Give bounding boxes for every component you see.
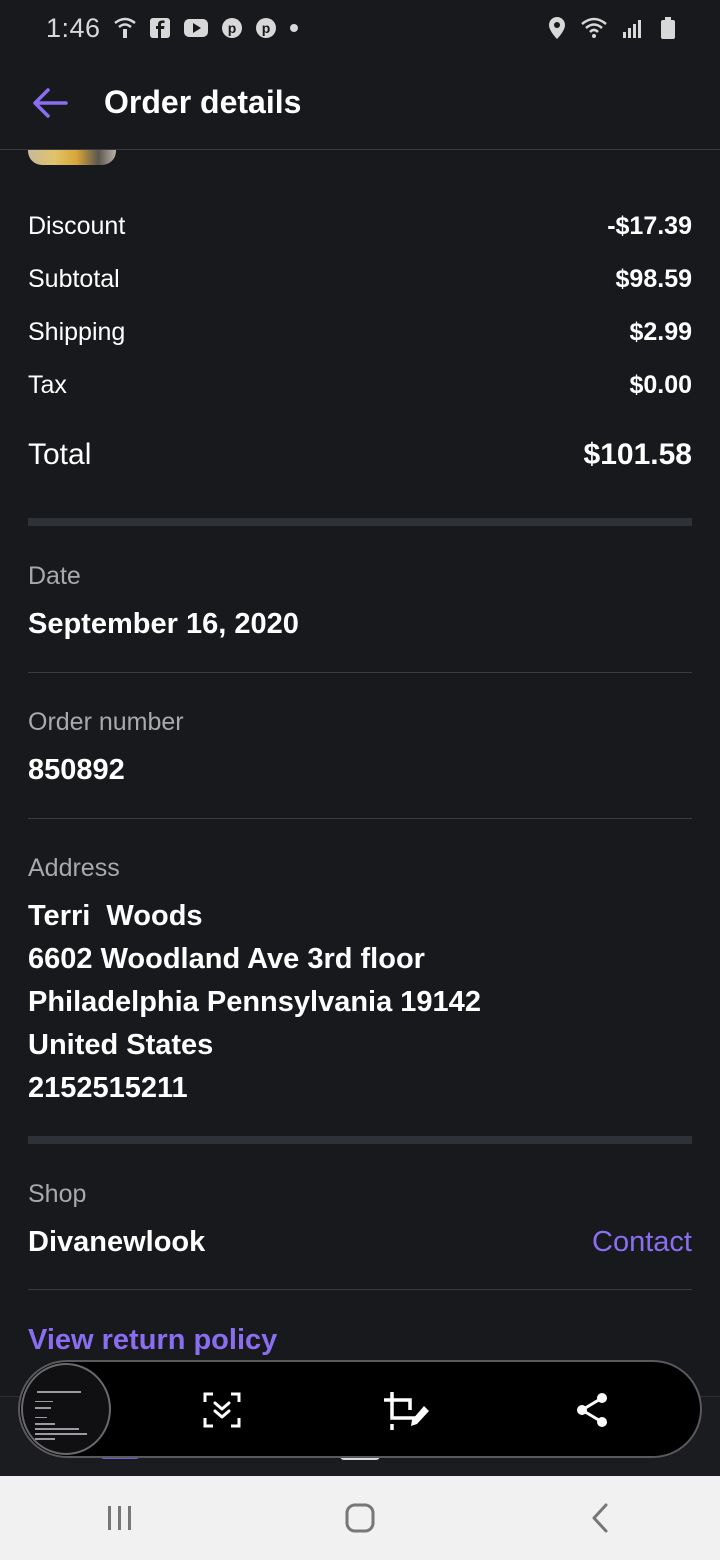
status-right: [548, 16, 676, 40]
arrow-left-icon: [33, 87, 68, 118]
discount-row: Discount -$17.39: [28, 212, 692, 241]
battery-icon: [660, 16, 676, 40]
svg-text:p: p: [227, 20, 236, 36]
shipping-value: $2.99: [629, 318, 692, 346]
preview-line: [37, 1391, 81, 1393]
address-city: Philadelphia Pennsylvania 19142: [28, 986, 481, 1018]
discount-label: Discount: [28, 212, 126, 240]
location-icon: [548, 16, 566, 40]
address-country: United States: [28, 1029, 214, 1061]
order-number-label: Order number: [28, 708, 184, 736]
wifi-icon: [580, 17, 608, 39]
section-divider: [28, 1136, 692, 1144]
contact-link[interactable]: Contact: [592, 1226, 692, 1259]
total-label: Total: [28, 438, 92, 471]
address-street: 6602 Woodland Ave 3rd floor: [28, 943, 425, 975]
preview-line: [35, 1428, 79, 1430]
facebook-icon: [149, 17, 171, 39]
tax-label: Tax: [28, 371, 67, 399]
home-button[interactable]: [300, 1476, 420, 1560]
divider: [28, 818, 692, 819]
status-left: 1:46 p p: [46, 13, 299, 44]
pinterest-icon: p: [255, 17, 277, 39]
divider: [28, 1289, 692, 1290]
share-button[interactable]: [560, 1378, 624, 1442]
hotspot-icon: [113, 17, 137, 39]
recents-button[interactable]: [60, 1476, 180, 1560]
preview-line: [35, 1433, 87, 1435]
screenshot-preview-thumbnail[interactable]: [21, 1363, 111, 1455]
svg-text:p: p: [261, 20, 270, 36]
signal-icon: [622, 17, 646, 39]
product-thumbnail[interactable]: [28, 150, 116, 165]
address-label: Address: [28, 854, 120, 882]
app-bar: Order details: [0, 56, 720, 150]
preview-line: [35, 1401, 53, 1402]
scroll-capture-button[interactable]: [190, 1378, 254, 1442]
discount-value: -$17.39: [607, 212, 692, 240]
preview-line: [35, 1407, 51, 1409]
subtotal-value: $98.59: [615, 265, 692, 293]
crop-edit-button[interactable]: [374, 1378, 438, 1442]
home-icon: [345, 1503, 375, 1533]
tax-value: $0.00: [629, 371, 692, 399]
subtotal-label: Subtotal: [28, 265, 120, 293]
subtotal-row: Subtotal $98.59: [28, 265, 692, 294]
address-phone: 2152515211: [28, 1072, 188, 1104]
shop-label: Shop: [28, 1180, 87, 1208]
recents-icon: [108, 1506, 131, 1530]
shipping-row: Shipping $2.99: [28, 318, 692, 347]
status-time: 1:46: [46, 12, 101, 43]
system-nav-bar: [0, 1476, 720, 1560]
shipping-label: Shipping: [28, 318, 126, 346]
back-icon: [592, 1503, 608, 1533]
date-label: Date: [28, 562, 81, 590]
date-value: September 16, 2020: [28, 608, 299, 640]
section-divider: [28, 518, 692, 526]
dot-icon: [289, 23, 299, 33]
preview-line: [35, 1423, 55, 1425]
order-number-value: 850892: [28, 754, 125, 786]
total-value: $101.58: [583, 438, 692, 471]
preview-line: [35, 1438, 55, 1440]
share-icon: [577, 1393, 607, 1427]
system-back-button[interactable]: [540, 1476, 660, 1560]
youtube-icon: [183, 18, 209, 38]
tax-row: Tax $0.00: [28, 371, 692, 400]
pinterest-icon: p: [221, 17, 243, 39]
address-block: Terri Woods 6602 Woodland Ave 3rd floor …: [28, 895, 481, 1110]
back-button[interactable]: [0, 56, 100, 150]
address-name: Terri Woods: [28, 900, 203, 932]
preview-line: [35, 1417, 47, 1418]
screenshot-toolbar: [18, 1360, 702, 1458]
scroll-capture-icon: [203, 1392, 241, 1428]
screen: 1:46 p p Order details Discount -$17.39 …: [0, 0, 720, 1560]
total-row: Total $101.58: [28, 438, 692, 472]
shop-name: Divanewlook: [28, 1226, 206, 1258]
page-title: Order details: [104, 84, 302, 120]
status-bar: 1:46 p p: [0, 0, 720, 56]
view-return-policy-link[interactable]: View return policy: [28, 1324, 277, 1357]
divider: [28, 672, 692, 673]
crop-edit-icon: [384, 1392, 429, 1430]
